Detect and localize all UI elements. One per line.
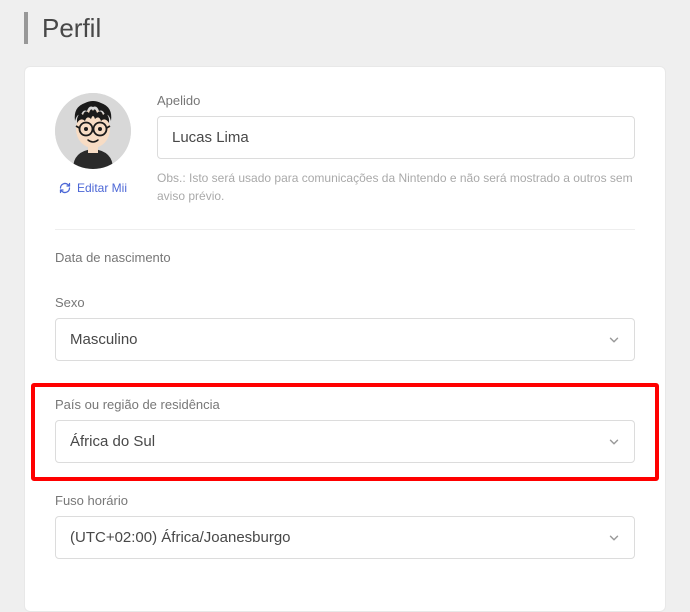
nickname-hint: Obs.: Isto será usado para comunicações … xyxy=(157,169,635,205)
country-label: País ou região de residência xyxy=(55,397,635,412)
timezone-select[interactable]: (UTC+02:00) África/Joanesburgo xyxy=(55,516,635,559)
dob-section: Data de nascimento xyxy=(55,250,635,265)
nickname-input[interactable] xyxy=(157,116,635,159)
timezone-section: Fuso horário (UTC+02:00) África/Joanesbu… xyxy=(55,493,635,559)
mii-avatar xyxy=(55,93,131,169)
nickname-column: Apelido Obs.: Isto será usado para comun… xyxy=(157,93,635,205)
edit-mii-label: Editar Mii xyxy=(77,181,127,195)
page-title: Perfil xyxy=(42,13,101,44)
timezone-select-wrap: (UTC+02:00) África/Joanesburgo xyxy=(55,516,635,559)
timezone-label: Fuso horário xyxy=(55,493,635,508)
nickname-label: Apelido xyxy=(157,93,635,108)
edit-mii-link[interactable]: Editar Mii xyxy=(59,181,127,195)
country-highlight: País ou região de residência África do S… xyxy=(31,383,659,481)
country-select[interactable]: África do Sul xyxy=(55,420,635,463)
gender-section: Sexo Masculino xyxy=(55,295,635,361)
gender-select[interactable]: Masculino xyxy=(55,318,635,361)
title-accent-bar xyxy=(24,12,28,44)
top-section: Editar Mii Apelido Obs.: Isto será usado… xyxy=(55,93,635,230)
refresh-icon xyxy=(59,182,71,194)
country-select-wrap: África do Sul xyxy=(55,420,635,463)
gender-label: Sexo xyxy=(55,295,635,310)
avatar-column: Editar Mii xyxy=(55,93,131,205)
dob-label: Data de nascimento xyxy=(55,250,635,265)
profile-card: Editar Mii Apelido Obs.: Isto será usado… xyxy=(24,66,666,612)
country-section: País ou região de residência África do S… xyxy=(55,397,635,463)
gender-select-wrap: Masculino xyxy=(55,318,635,361)
page-header: Perfil xyxy=(24,12,666,44)
